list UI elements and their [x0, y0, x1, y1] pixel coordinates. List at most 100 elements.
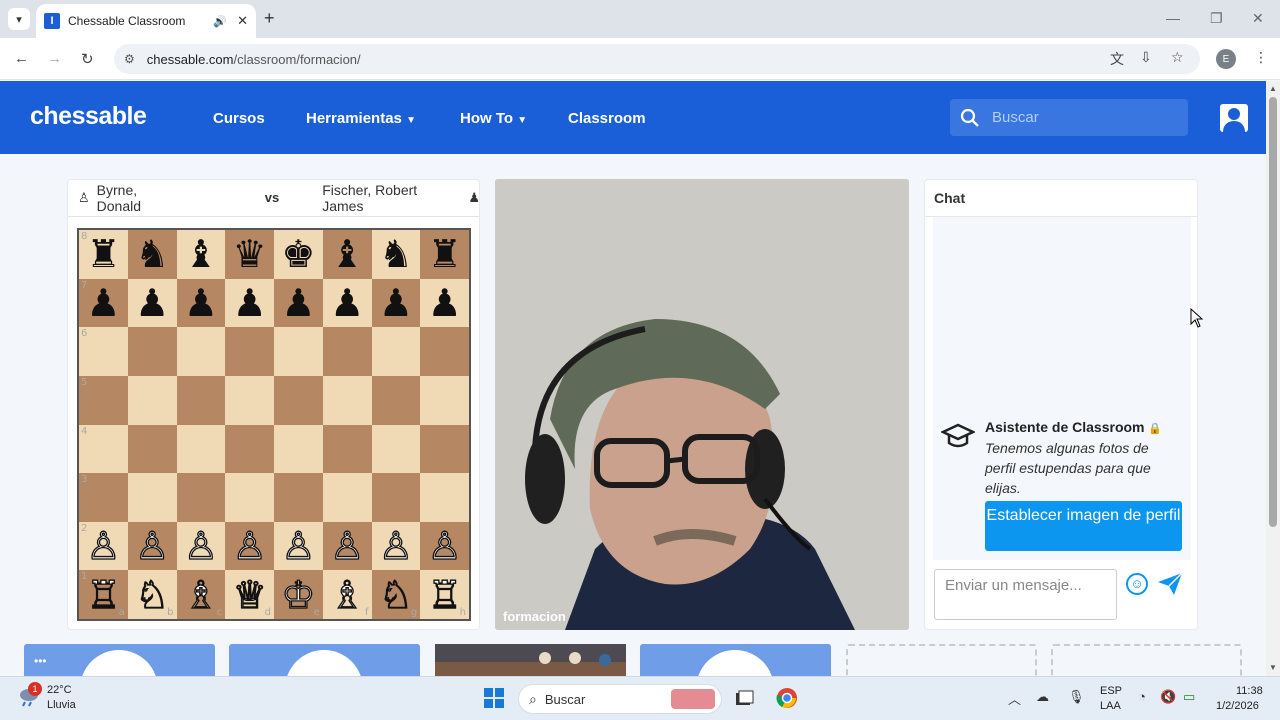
user-account-icon[interactable] — [1220, 104, 1248, 132]
nav-cursos[interactable]: Cursos — [213, 110, 265, 127]
nav-how-to[interactable]: How To ▼ — [460, 110, 527, 127]
black-piece-icon[interactable]: ♜ — [86, 235, 120, 273]
board-square-d1[interactable]: d ♕ — [225, 570, 274, 619]
scroll-up-icon[interactable]: ▲ — [1269, 84, 1277, 93]
board-square-d3[interactable] — [225, 473, 274, 522]
board-square-h2[interactable]: ♙ — [420, 521, 469, 571]
minimize-button[interactable]: — — [1166, 10, 1180, 26]
keyboard-layout[interactable]: LAA — [1100, 700, 1121, 712]
tab-search-button[interactable]: ▾ — [8, 8, 30, 30]
board-square-h8[interactable]: ♜ — [420, 230, 469, 279]
close-tab-icon[interactable]: ✕ — [237, 13, 248, 29]
board-square-c7[interactable]: ♟ — [176, 278, 226, 328]
close-window-button[interactable]: ✕ — [1252, 10, 1264, 27]
install-app-icon[interactable]: ⇩ — [1140, 49, 1152, 66]
participant-tile[interactable] — [640, 644, 831, 676]
board-square-g4[interactable] — [371, 424, 421, 474]
battery-icon[interactable]: ▭ — [1183, 689, 1195, 705]
scroll-down-icon[interactable]: ▼ — [1269, 663, 1277, 672]
cloud-off-icon[interactable]: ☁ — [1036, 689, 1049, 705]
board-square-f5[interactable] — [322, 375, 372, 425]
board-square-c2[interactable]: ♙ — [176, 521, 226, 571]
white-piece-icon[interactable]: ♖ — [86, 575, 121, 614]
board-square-e8[interactable]: ♚ — [274, 230, 323, 279]
board-square-c4[interactable] — [176, 424, 226, 474]
board-square-f2[interactable]: ♙ — [322, 521, 372, 571]
board-square-g1[interactable]: g ♘ — [371, 570, 421, 619]
white-piece-icon[interactable]: ♙ — [86, 526, 121, 565]
board-square-b3[interactable] — [127, 473, 177, 522]
board-square-b7[interactable]: ♟ — [127, 278, 177, 328]
board-square-a4[interactable]: 4 — [79, 424, 128, 474]
board-square-b4[interactable] — [127, 424, 177, 474]
message-input[interactable]: Enviar un mensaje... — [934, 569, 1117, 620]
board-square-b1[interactable]: b ♘ — [127, 570, 177, 619]
board-square-h3[interactable] — [420, 473, 469, 522]
board-square-b6[interactable] — [127, 327, 177, 376]
nav-classroom[interactable]: Classroom — [568, 110, 646, 127]
profile-avatar[interactable]: E — [1216, 49, 1236, 69]
taskbar-search[interactable]: ⌕ Buscar — [518, 684, 722, 714]
bookmark-star-icon[interactable]: ☆ — [1171, 49, 1184, 66]
black-piece-icon[interactable]: ♟ — [184, 284, 218, 322]
board-square-b5[interactable] — [127, 375, 177, 425]
board-square-h6[interactable] — [420, 327, 469, 376]
black-piece-icon[interactable]: ♟ — [330, 284, 364, 322]
input-language[interactable]: ESP — [1100, 685, 1122, 697]
black-piece-icon[interactable]: ♜ — [428, 235, 462, 273]
board-square-e3[interactable] — [274, 473, 323, 522]
board-square-d8[interactable]: ♛ — [225, 230, 274, 279]
board-square-b8[interactable]: ♞ — [127, 230, 177, 279]
forward-button[interactable]: → — [47, 50, 62, 67]
white-piece-icon[interactable]: ♙ — [134, 526, 169, 565]
board-square-e7[interactable]: ♟ — [274, 278, 323, 328]
board-square-f7[interactable]: ♟ — [322, 278, 372, 328]
board-square-f4[interactable] — [322, 424, 372, 474]
search-input[interactable]: Buscar — [950, 99, 1188, 136]
participant-tile-video[interactable] — [435, 644, 626, 676]
white-piece-icon[interactable]: ♖ — [427, 575, 462, 614]
windows-start-icon[interactable] — [483, 687, 505, 709]
wifi-icon[interactable]: ◔ — [1138, 689, 1146, 704]
black-piece-icon[interactable]: ♛ — [233, 235, 267, 273]
board-square-c8[interactable]: ♝ — [176, 230, 226, 279]
white-piece-icon[interactable]: ♘ — [134, 575, 169, 614]
board-square-g5[interactable] — [371, 375, 421, 425]
board-square-f6[interactable] — [322, 327, 372, 376]
board-square-f1[interactable]: f ♗ — [322, 570, 372, 619]
task-view-icon[interactable] — [734, 689, 754, 709]
restore-button[interactable]: ❐ — [1210, 10, 1223, 27]
send-icon[interactable] — [1157, 572, 1183, 596]
new-tab-button[interactable]: + — [264, 8, 275, 29]
white-piece-icon[interactable]: ♙ — [329, 526, 364, 565]
board-square-d4[interactable] — [225, 424, 274, 474]
board-square-a8[interactable]: 8 ♜ — [79, 230, 128, 279]
board-square-h1[interactable]: h ♖ — [420, 570, 469, 619]
board-square-c5[interactable] — [176, 375, 226, 425]
white-piece-icon[interactable]: ♙ — [378, 526, 413, 565]
black-piece-icon[interactable]: ♝ — [330, 235, 364, 273]
scrollbar-thumb[interactable] — [1269, 97, 1277, 527]
back-button[interactable]: ← — [14, 50, 29, 67]
board-square-e2[interactable]: ♙ — [274, 521, 323, 571]
board-square-e5[interactable] — [274, 375, 323, 425]
white-piece-icon[interactable]: ♙ — [183, 526, 218, 565]
board-square-d5[interactable] — [225, 375, 274, 425]
white-piece-icon[interactable]: ♙ — [232, 526, 267, 565]
board-square-g2[interactable]: ♙ — [371, 521, 421, 571]
black-piece-icon[interactable]: ♞ — [379, 235, 413, 273]
white-piece-icon[interactable]: ♙ — [281, 526, 316, 565]
chessboard[interactable]: 8 ♜ ♞ ♝ ♛ ♚ ♝ ♞ ♜ 7 ♟ ♟ ♟ ♟ ♟ ♟ ♟ ♟ 6 5 4 3 2 ♙ ♙ ♙ ♙ ♙ ♙ ♙ ♙ 1 a ♖ b ♘ c ♗ d ♕… — [77, 228, 471, 621]
browser-tab[interactable]: I Chessable Classroom 🔊 ✕ — [36, 4, 256, 38]
microphone-icon[interactable]: 🎙 — [1068, 689, 1085, 705]
board-square-f8[interactable]: ♝ — [322, 230, 372, 279]
board-square-h7[interactable]: ♟ — [420, 278, 469, 328]
black-piece-icon[interactable]: ♟ — [379, 284, 413, 322]
chrome-icon[interactable] — [776, 687, 798, 709]
white-piece-icon[interactable]: ♗ — [329, 575, 364, 614]
board-square-a5[interactable]: 5 — [79, 375, 128, 425]
more-options-icon[interactable]: ••• — [34, 654, 47, 668]
board-square-d7[interactable]: ♟ — [225, 278, 274, 328]
black-piece-icon[interactable]: ♟ — [135, 284, 169, 322]
board-square-h4[interactable] — [420, 424, 469, 474]
